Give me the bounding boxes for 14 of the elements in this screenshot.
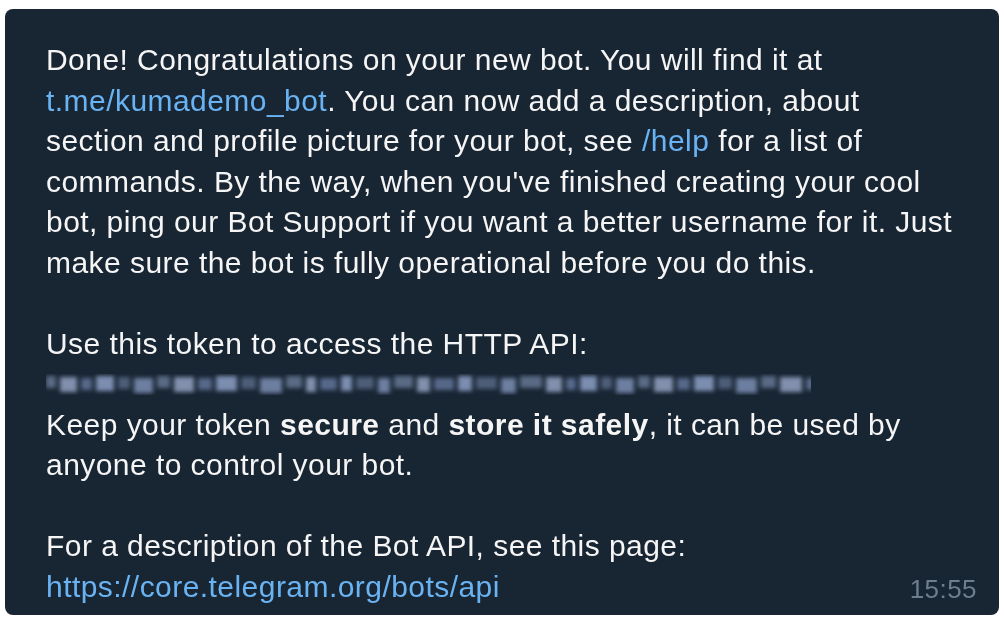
message-time: 15:55 [909,574,977,605]
link[interactable]: /help [642,124,710,157]
message-text: For a description of the Bot API, see this page: [46,528,687,564]
message-text: commands. By the way, when you've finished creating your cool [46,163,921,200]
link[interactable]: t.me/kumademo_bot [46,83,328,117]
message-text: section and profile picture for your bot, see /help for a list of [46,123,863,159]
message-text: t.me/kumademo_bot. You can now add a description, about [46,82,860,119]
message-text: bot, ping our Bot Support if you want a better username for it. Just [46,204,953,240]
message-text: make sure the bot is fully operational before you do this. [46,244,816,281]
message-text: Keep your token secure and store it safely, it can be used by [46,406,901,443]
link[interactable]: https://core.telegram.org/bots/api [46,569,500,603]
message-text: Done! Congratulations on your new bot. You will find it at [46,42,823,78]
message-text: anyone to control your bot. [46,447,414,483]
message-text: Use this token to access the HTTP API: [46,325,588,362]
